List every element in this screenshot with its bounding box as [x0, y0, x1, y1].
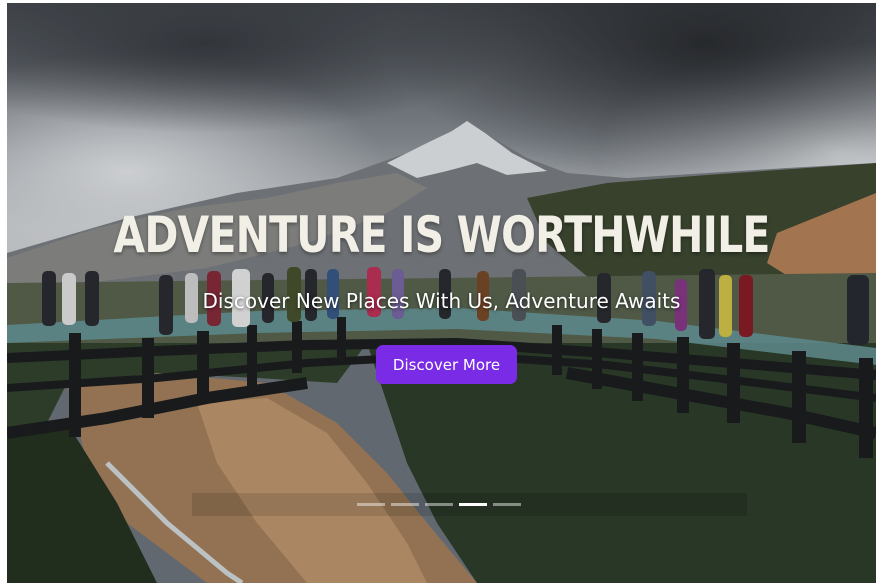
slide-dot-3[interactable]	[425, 503, 453, 506]
hero-title: ADVENTURE IS WORTHWHILE	[113, 206, 770, 264]
slide-dot-5[interactable]	[493, 503, 521, 506]
discover-more-button[interactable]: Discover More	[376, 345, 517, 384]
hero-subtitle: Discover New Places With Us, Adventure A…	[202, 289, 681, 313]
slide-dot-2[interactable]	[391, 503, 419, 506]
slide-dot-4[interactable]	[459, 503, 487, 506]
hero-slider: ADVENTURE IS WORTHWHILE Discover New Pla…	[7, 3, 876, 583]
slider-pagination	[357, 503, 521, 506]
slide-dot-1[interactable]	[357, 503, 385, 506]
